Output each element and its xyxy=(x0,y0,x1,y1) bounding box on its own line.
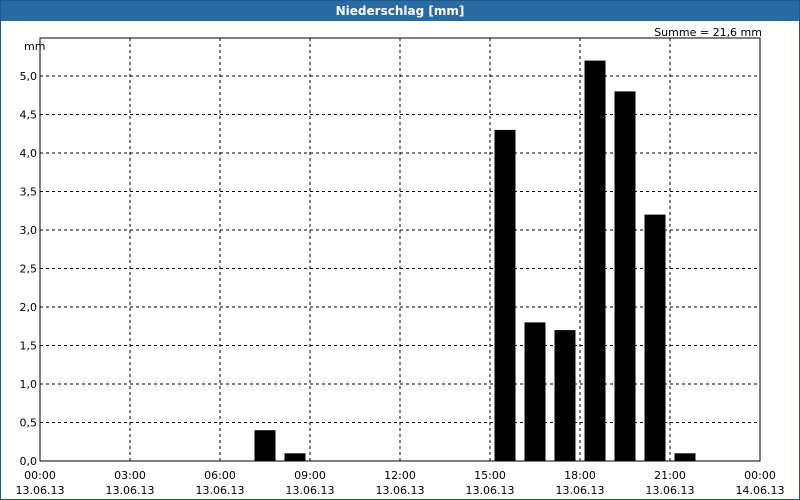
x-tick-time: 09:00 xyxy=(294,469,326,482)
precipitation-bar xyxy=(584,60,606,461)
precipitation-bar xyxy=(284,453,306,461)
y-tick-label: 0,5 xyxy=(20,417,38,430)
precipitation-bar xyxy=(524,322,546,461)
y-tick-label: 4,5 xyxy=(20,109,38,122)
x-tick-date: 14.06.13 xyxy=(736,484,785,497)
x-tick-time: 03:00 xyxy=(114,469,146,482)
y-tick-label: 3,0 xyxy=(20,224,38,237)
x-tick-date: 13.06.13 xyxy=(286,484,335,497)
y-tick-label: 3,5 xyxy=(20,186,38,199)
precipitation-chart: Summe = 21,6 mm mm 0,0 0,5 1,0 1,5 2,0 2,5 3,0… xyxy=(16,26,785,497)
bars xyxy=(254,60,696,462)
x-tick-time: 06:00 xyxy=(204,469,236,482)
x-tick-date: 13.06.13 xyxy=(196,484,245,497)
sum-label: Summe = 21,6 mm xyxy=(654,26,762,39)
x-tick-time: 00:00 xyxy=(744,469,776,482)
y-axis-label: mm xyxy=(24,40,45,53)
y-tick-label: 0,0 xyxy=(20,455,38,468)
x-tick-date: 13.06.13 xyxy=(646,484,695,497)
y-tick-label: 2,5 xyxy=(20,263,38,276)
x-tick-time: 21:00 xyxy=(654,469,686,482)
x-tick-time: 12:00 xyxy=(384,469,416,482)
x-tick-date: 13.06.13 xyxy=(16,484,65,497)
precipitation-bar xyxy=(494,129,516,461)
x-tick-date: 13.06.13 xyxy=(106,484,155,497)
x-tick-time: 15:00 xyxy=(474,469,506,482)
y-tick-label: 5,0 xyxy=(20,70,38,83)
precipitation-bar xyxy=(554,330,576,461)
x-tick-date: 13.06.13 xyxy=(466,484,515,497)
y-tick-label: 1,0 xyxy=(20,378,38,391)
y-tick-label: 2,0 xyxy=(20,301,38,314)
y-tick-label: 1,5 xyxy=(20,340,38,353)
precipitation-bar xyxy=(674,453,696,461)
precipitation-bar xyxy=(254,430,276,461)
x-tick-time: 18:00 xyxy=(564,469,596,482)
x-tick-date: 13.06.13 xyxy=(556,484,605,497)
precipitation-bar xyxy=(614,91,636,462)
precipitation-bar xyxy=(644,214,666,461)
y-tick-label: 4,0 xyxy=(20,147,38,160)
x-tick-time: 00:00 xyxy=(24,469,56,482)
x-tick-date: 13.06.13 xyxy=(376,484,425,497)
